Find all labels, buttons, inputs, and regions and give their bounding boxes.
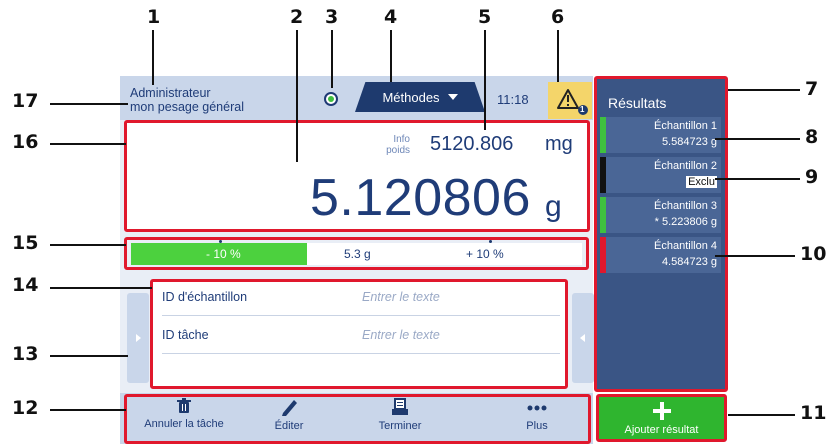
leader-line-5 [484,30,486,130]
methods-tab[interactable]: Méthodes [355,82,485,112]
leader-line-13 [50,355,128,357]
right-panel-tab[interactable] [572,293,594,383]
callout-3: 3 [325,6,339,28]
callout-17: 17 [12,90,39,112]
highlight-tolerance-bar [124,237,589,270]
warning-icon [557,89,588,115]
user-name: Administrateur [130,86,211,100]
leader-line-2 [296,30,298,162]
arrow-left-icon [580,334,585,342]
leader-line-12 [50,409,126,411]
leader-line-1 [152,30,154,85]
leader-line-8 [715,138,800,140]
methods-tab-label: Méthodes [382,89,440,105]
callout-14: 14 [12,274,39,296]
leader-line-14 [50,287,152,289]
callout-15: 15 [12,232,39,254]
arrow-right-icon [136,334,141,342]
callout-1: 1 [147,6,161,28]
leader-line-11 [728,414,795,416]
callout-2: 2 [290,6,304,28]
leader-line-4 [390,30,392,82]
leader-line-6 [557,30,559,82]
leader-line-7 [728,89,800,91]
callout-6: 6 [551,6,565,28]
leader-line-9 [715,178,800,180]
highlight-weight-display [124,120,590,232]
leader-line-15 [50,244,126,246]
callout-10: 10 [800,243,827,265]
highlight-toolbar [124,394,591,444]
callout-12: 12 [12,397,39,419]
left-panel-tab[interactable] [127,293,149,383]
callout-5: 5 [478,6,492,28]
leader-line-3 [331,30,333,88]
user-info[interactable]: Administrateur mon pesage général [130,86,244,114]
clock: 11:18 [497,92,529,107]
callout-11: 11 [800,402,827,424]
highlight-add-button [596,394,727,442]
warning-button[interactable]: 1 [548,82,592,119]
callout-4: 4 [384,6,398,28]
callout-16: 16 [12,131,39,153]
highlight-results-panel [594,76,728,392]
status-ok-icon[interactable] [324,92,338,106]
callout-13: 13 [12,343,39,365]
leader-line-17 [50,103,128,105]
callout-7: 7 [805,78,819,100]
caret-down-icon [447,94,458,100]
highlight-form [150,279,568,389]
leader-line-16 [50,143,126,145]
leader-line-10 [715,255,795,257]
user-profile-name: mon pesage général [130,100,244,114]
callout-8: 8 [805,126,819,148]
callout-9: 9 [805,166,819,188]
warning-count-badge: 1 [580,105,585,114]
